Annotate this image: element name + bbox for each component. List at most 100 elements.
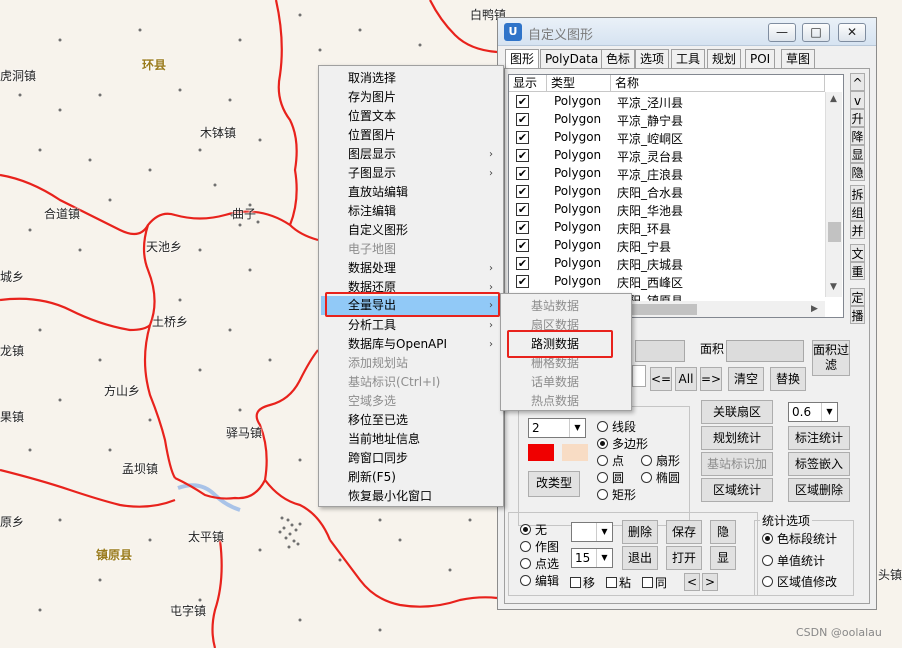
move-left-button[interactable]: <= (650, 367, 672, 391)
show-checkbox[interactable]: ✔ (516, 257, 529, 270)
menu-item-data-processing[interactable]: 数据处理 › (321, 259, 501, 278)
same-checkbox[interactable]: 同 (642, 574, 667, 591)
menu-item-restore-minimized[interactable]: 恢复最小化窗口 (321, 487, 501, 506)
overlap-button[interactable]: 重 (850, 262, 865, 280)
menu-item-location-text[interactable]: 位置文本 (321, 107, 501, 126)
dialog-titlebar[interactable]: U 自定义图形 — □ ✕ (498, 18, 876, 46)
minimize-button[interactable]: — (768, 23, 796, 42)
menu-item-save-image[interactable]: 存为图片 (321, 88, 501, 107)
delete-button[interactable]: 删除 (622, 520, 658, 544)
tab-planning[interactable]: 规划 (707, 49, 742, 69)
shape-radio-point[interactable]: 点 (597, 454, 624, 468)
hide-button[interactable]: 隐 (850, 163, 865, 181)
mode-radio-draw[interactable]: 作图 (520, 540, 559, 554)
split-button[interactable]: 拆 (850, 185, 865, 203)
show-checkbox[interactable]: ✔ (516, 239, 529, 252)
move-right-button[interactable]: => (700, 367, 722, 391)
shape-list[interactable]: 显示 类型 名称 ✔ Polygon 平凉_泾川县 ✔ Polygon 平凉_静宁县 ✔… (508, 74, 844, 318)
style-select[interactable]: ▼ (571, 522, 613, 542)
paste-checkbox[interactable]: 粘 (606, 574, 631, 591)
table-row[interactable]: ✔ Polygon 平凉_泾川县 (509, 93, 843, 111)
shape-radio-line[interactable]: 线段 (597, 420, 636, 434)
menu-item-subgraph-display[interactable]: 子图显示 › (321, 164, 501, 183)
table-row[interactable]: ✔ Polygon 庆阳_环县 (509, 219, 843, 237)
name-field[interactable] (635, 340, 685, 362)
chevron-down-icon[interactable]: ▼ (596, 523, 612, 541)
site-mark-add-button[interactable]: 基站标识加 (701, 452, 773, 476)
table-row[interactable]: ✔ Polygon 庆阳_宁县 (509, 237, 843, 255)
menu-item-current-address[interactable]: 当前地址信息 (321, 430, 501, 449)
mode-radio-pick[interactable]: 点选 (520, 557, 559, 571)
menu-item-custom-shape[interactable]: 自定义图形 (321, 221, 501, 240)
scroll-up-icon[interactable]: ▲ (830, 94, 837, 104)
tab-colorscale[interactable]: 色标 (601, 49, 636, 69)
region-delete-button[interactable]: 区域删除 (788, 478, 850, 502)
stats-radio-region-edit[interactable]: 区域值修改 (762, 575, 837, 589)
change-type-button[interactable]: 改类型 (528, 471, 580, 497)
font-size-select[interactable]: 15 ▼ (571, 548, 613, 568)
col-header-name[interactable]: 名称 (611, 75, 825, 92)
submenu-item-drive-test-data[interactable]: 路测数据 (503, 335, 629, 354)
label-stats-button[interactable]: 标注统计 (788, 426, 850, 450)
menu-item-repeater-edit[interactable]: 直放站编辑 (321, 183, 501, 202)
area-filter-button[interactable]: 面积过滤 (812, 340, 850, 376)
text-button[interactable]: 文 (850, 244, 865, 262)
col-header-show[interactable]: 显示 (509, 75, 547, 92)
menu-item-refresh[interactable]: 刷新(F5) (321, 468, 501, 487)
raise-button[interactable]: 升 (850, 109, 865, 127)
replace-button[interactable]: 替换 (770, 367, 806, 391)
show-checkbox[interactable]: ✔ (516, 185, 529, 198)
save-button[interactable]: 保存 (666, 520, 702, 544)
table-row[interactable]: ✔ Polygon 庆阳_庆城县 (509, 255, 843, 273)
scroll-down-icon[interactable]: ▼ (830, 282, 837, 292)
close-button[interactable]: ✕ (838, 23, 866, 42)
maximize-button[interactable]: □ (802, 23, 830, 42)
menu-item-layer-display[interactable]: 图层显示 › (321, 145, 501, 164)
border-color-swatch[interactable] (562, 444, 588, 461)
tab-options[interactable]: 选项 (635, 49, 670, 69)
menu-item-label-edit[interactable]: 标注编辑 (321, 202, 501, 221)
menu-item-cross-window-sync[interactable]: 跨窗口同步 (321, 449, 501, 468)
table-row[interactable]: ✔ Polygon 平凉_灵台县 (509, 147, 843, 165)
shape-radio-polygon[interactable]: 多边形 (597, 437, 648, 451)
table-row[interactable]: ✔ Polygon 庆阳_合水县 (509, 183, 843, 201)
merge-button[interactable]: 并 (850, 221, 865, 239)
label-embed-button[interactable]: 标签嵌入 (788, 452, 850, 476)
tab-polydata[interactable]: PolyData (540, 49, 604, 69)
line-width-select[interactable]: 2 ▼ (528, 418, 586, 438)
show-checkbox[interactable]: ✔ (516, 203, 529, 216)
scroll-thumb[interactable] (828, 222, 841, 242)
fill-color-swatch[interactable] (528, 444, 554, 461)
menu-item-analysis-tools[interactable]: 分析工具 › (321, 316, 501, 335)
table-row[interactable]: ✔ Polygon 庆阳_华池县 (509, 201, 843, 219)
shape-radio-sector[interactable]: 扇形 (641, 454, 680, 468)
chevron-down-icon[interactable]: ▼ (569, 419, 585, 437)
hide-small-button[interactable]: 隐 (710, 520, 736, 544)
show-checkbox[interactable]: ✔ (516, 131, 529, 144)
scroll-right-icon[interactable]: ▶ (811, 304, 818, 314)
shape-radio-ellipse[interactable]: 椭圆 (641, 471, 680, 485)
table-row[interactable]: ✔ Polygon 庆阳_西峰区 (509, 273, 843, 291)
tab-tools[interactable]: 工具 (671, 49, 706, 69)
col-header-type[interactable]: 类型 (547, 75, 611, 92)
shape-radio-rect[interactable]: 矩形 (597, 488, 636, 502)
menu-item-move-to-selected[interactable]: 移位至已选 (321, 411, 501, 430)
tab-sketch[interactable]: 草图 (781, 49, 816, 69)
move-checkbox[interactable]: 移 (570, 574, 595, 591)
exit-button[interactable]: 退出 (622, 546, 658, 570)
link-sector-button[interactable]: 关联扇区 (701, 400, 773, 424)
move-up-button[interactable]: ^ (850, 73, 865, 91)
list-vertical-scrollbar[interactable]: ▲ ▼ (825, 92, 842, 297)
show-checkbox[interactable]: ✔ (516, 149, 529, 162)
move-down-button[interactable]: v (850, 91, 865, 109)
show-checkbox[interactable]: ✔ (516, 113, 529, 126)
table-row[interactable]: ✔ Polygon 平凉_静宁县 (509, 111, 843, 129)
all-button[interactable]: All (675, 367, 697, 391)
plan-stats-button[interactable]: 规划统计 (701, 426, 773, 450)
menu-item-location-image[interactable]: 位置图片 (321, 126, 501, 145)
prev-button[interactable]: < (684, 573, 700, 591)
next-button[interactable]: > (702, 573, 718, 591)
stats-radio-segment[interactable]: 色标段统计 (762, 532, 837, 546)
stats-radio-single[interactable]: 单值统计 (762, 554, 825, 568)
opacity-select[interactable]: 0.6 ▼ (788, 402, 838, 422)
